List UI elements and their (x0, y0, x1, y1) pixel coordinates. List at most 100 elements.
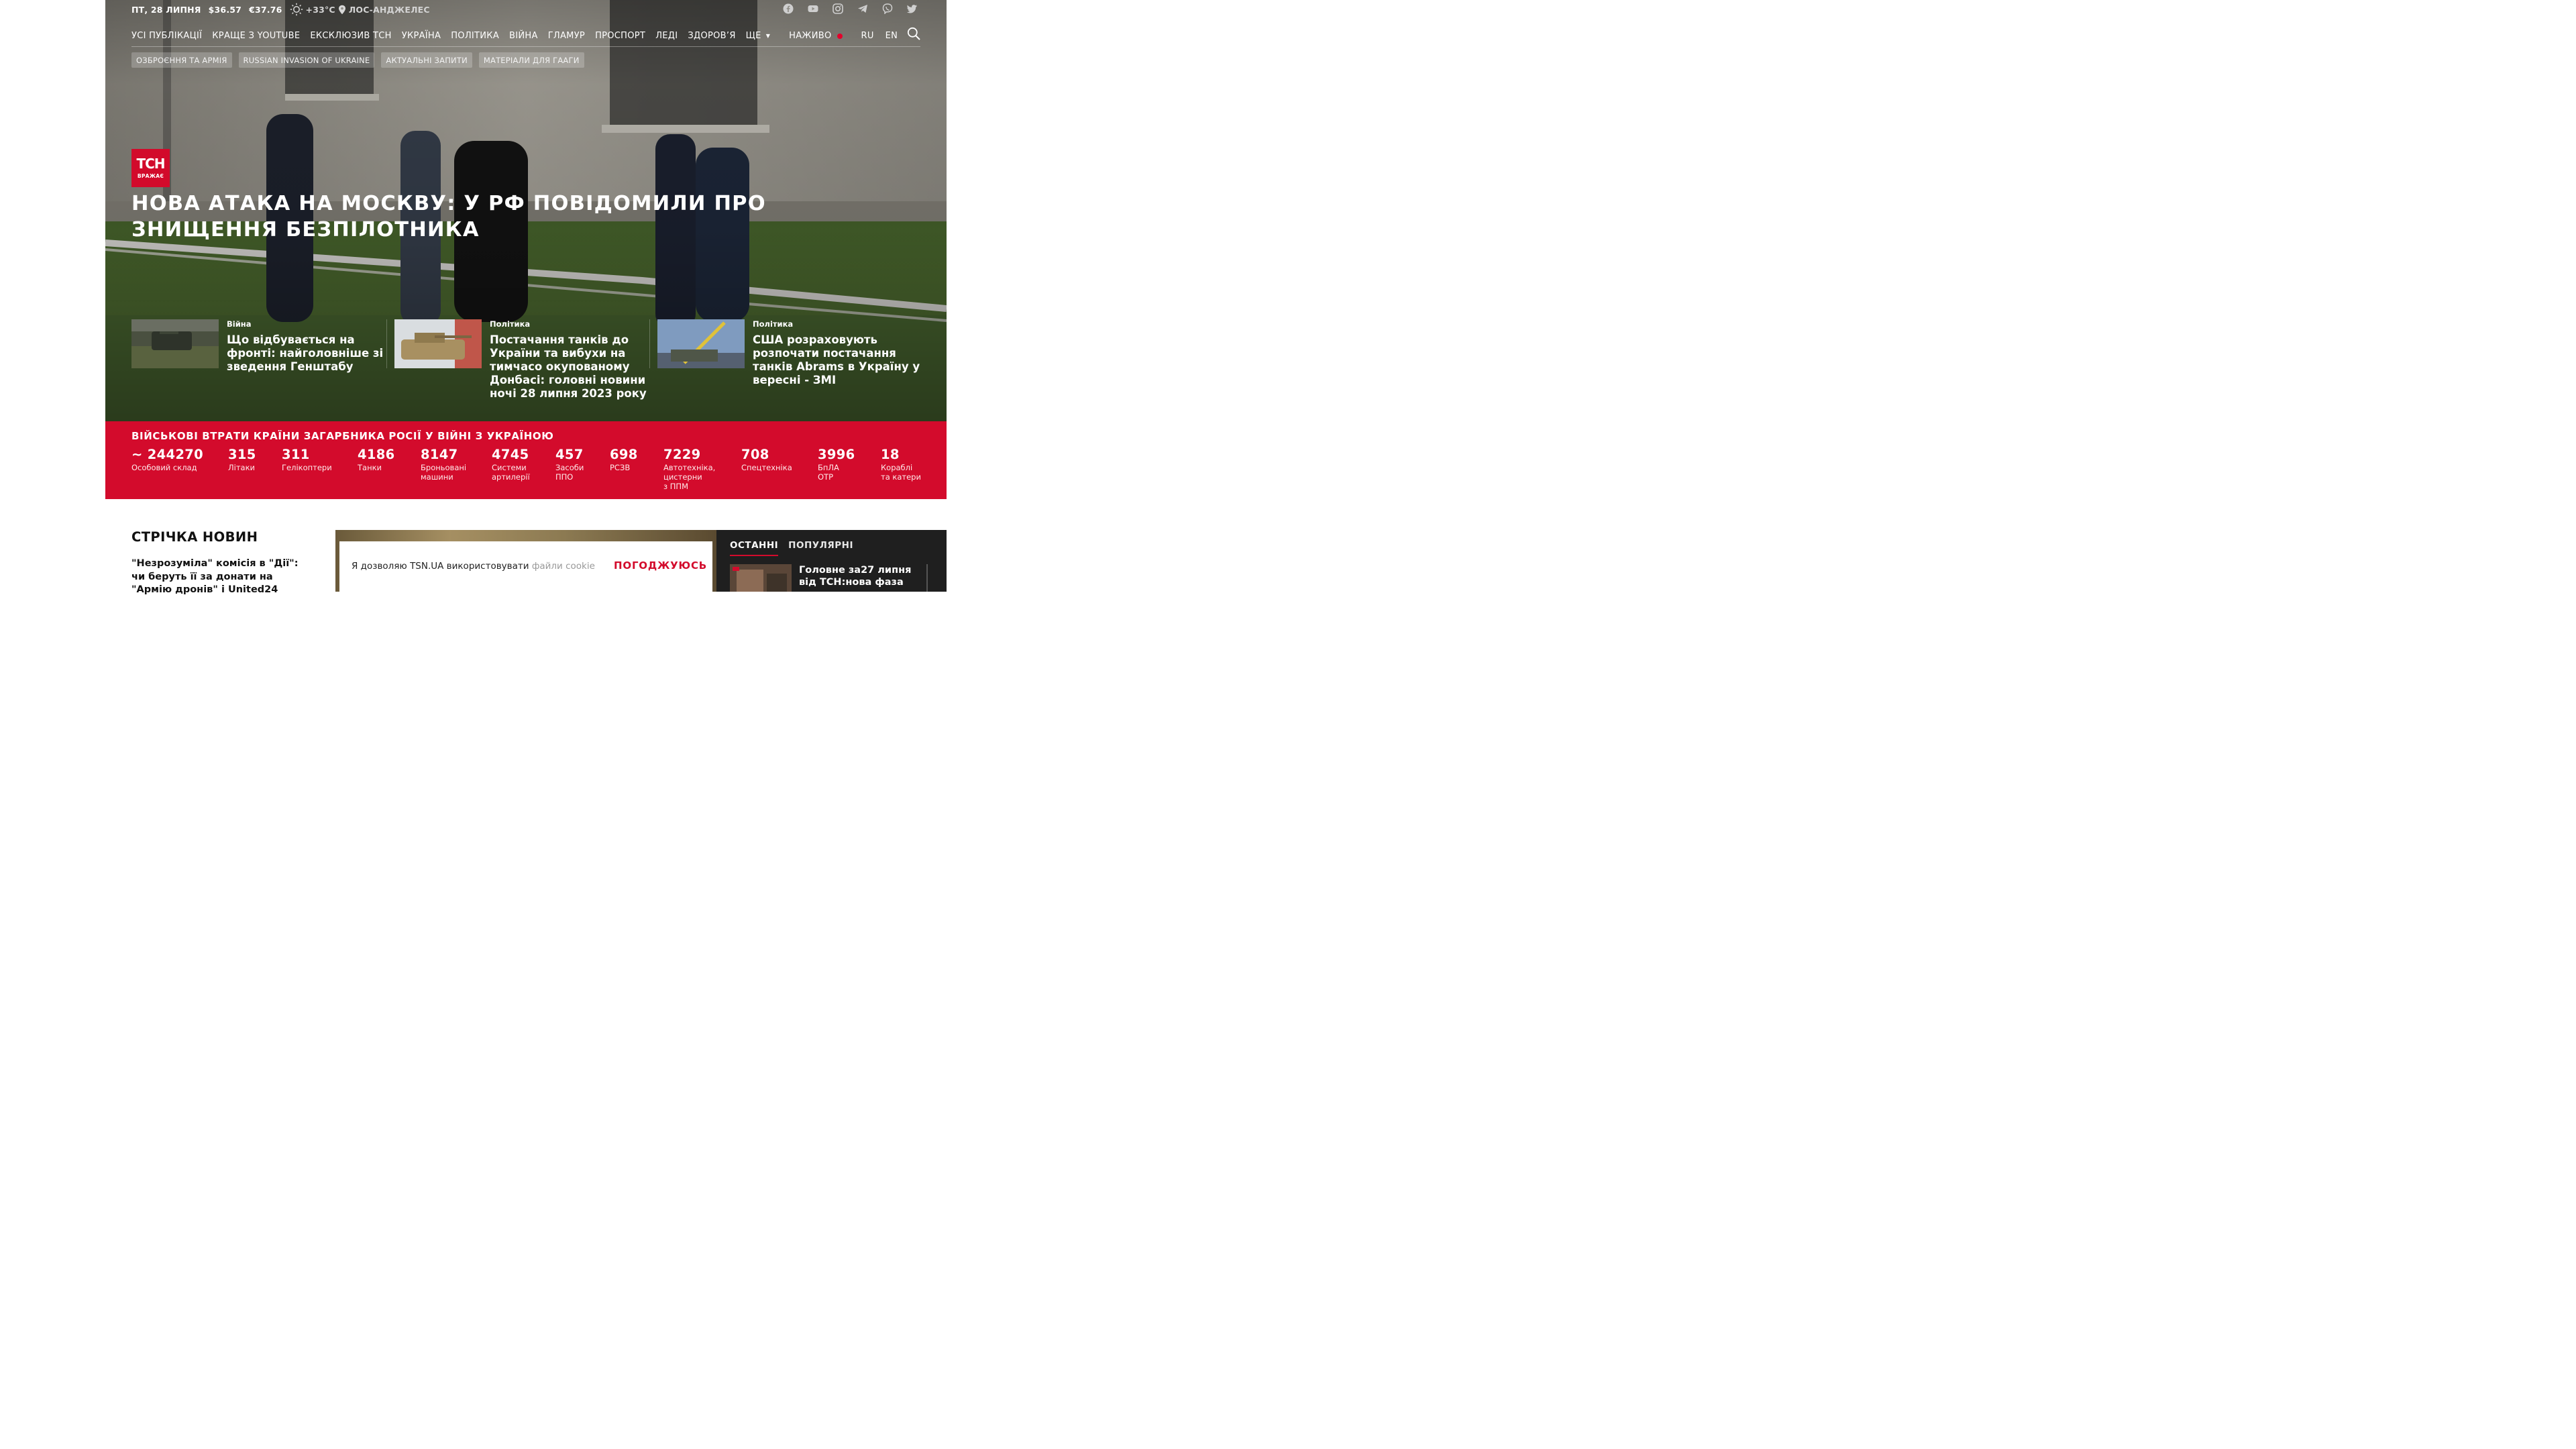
nav-more-dropdown[interactable]: ЩЕ ▼ (746, 31, 771, 41)
nav-item-health[interactable]: ЗДОРОВ’Я (688, 31, 735, 41)
card-category: Політика (753, 319, 794, 329)
loss-stat-armored: 8147 Броньовані машини (421, 447, 492, 491)
cookie-banner: Я дозволяю TSN.UA використовувати файли … (339, 541, 712, 592)
latest-sidebar: ОСТАННІ ПОПУЛЯРНІ Головне за27 липня від… (716, 530, 947, 592)
loss-number: 457 (555, 447, 584, 462)
loss-stat-uav: 3996 БпЛА ОТР (818, 447, 881, 491)
city-label: ЛОС-АНДЖЕЛЕС (348, 4, 430, 15)
nav-item-glamour[interactable]: ГЛАМУР (548, 31, 585, 41)
hero-headline[interactable]: Нова атака на Москву: у РФ повідомили пр… (131, 191, 775, 243)
loss-stat-ships: 18 Кораблі та катери (881, 447, 928, 491)
weather-widget[interactable]: +33°C ЛОС-АНДЖЕЛЕС (290, 3, 430, 16)
social-links (783, 3, 918, 14)
loss-number: 4745 (492, 447, 529, 462)
nav-live-link[interactable]: НАЖИВО (789, 31, 843, 41)
tag-hague[interactable]: МАТЕРІАЛИ ДЛЯ ГААГИ (478, 52, 584, 68)
lang-en-link[interactable]: EN (885, 31, 898, 41)
news-card[interactable]: Політика США розраховують розпочати пост… (657, 319, 920, 400)
card-thumbnail (657, 319, 745, 368)
page: ПТ, 28 ЛИПНЯ $36.57 €37.76 +33°C ЛОС-АНД… (105, 0, 947, 595)
card-title[interactable]: Що відбувається на фронті: найголовніше … (227, 333, 394, 374)
loss-stat-aircraft: 315 Літаки (228, 447, 282, 491)
card-category: Війна (227, 319, 252, 329)
nav-item-ukraine[interactable]: УКРАЇНА (402, 31, 441, 41)
loss-stat-tanks: 4186 Танки (358, 447, 421, 491)
tag-list: ОЗБРОЄННЯ ТА АРМІЯ RUSSIAN INVASION OF U… (131, 52, 584, 68)
loss-label: Засоби ППО (555, 463, 584, 482)
loss-label: БпЛА ОТР (818, 463, 839, 482)
nav-item-youtube[interactable]: КРАЩЕ З YOUTUBE (212, 31, 300, 41)
instagram-icon[interactable] (833, 3, 843, 14)
viber-icon[interactable] (882, 3, 893, 14)
loss-label: Літаки (228, 463, 256, 472)
news-feed-item[interactable]: "Незрозуміла" комісія в "Дії": чи беруть… (131, 557, 306, 597)
tab-popular[interactable]: ПОПУЛЯРНІ (788, 540, 853, 556)
loss-number: 8147 (421, 447, 458, 462)
tsn-vrazhaye-logo[interactable]: ТСН ВРАЖАЄ (131, 149, 170, 187)
nav-item-all[interactable]: УСІ ПУБЛІКАЦІЇ (131, 31, 202, 41)
card-text: Війна Що відбувається на фронті: найголо… (227, 319, 394, 400)
card-category: Політика (490, 319, 531, 329)
loss-stat-special-equipment: 708 Спецтехніка (741, 447, 818, 491)
loss-number: 18 (881, 447, 900, 462)
nav-item-lady[interactable]: ЛЕДІ (655, 31, 678, 41)
loss-number: ~ 244270 (131, 447, 203, 462)
card-title[interactable]: США розраховують розпочати постачання та… (753, 333, 920, 387)
nav-live-label: НАЖИВО (789, 31, 832, 41)
eur-rate: €37.76 (249, 4, 282, 15)
facebook-icon[interactable] (783, 3, 794, 14)
hero-section[interactable]: ПТ, 28 ЛИПНЯ $36.57 €37.76 +33°C ЛОС-АНД… (105, 0, 947, 421)
topbar: ПТ, 28 ЛИПНЯ $36.57 €37.76 +33°C ЛОС-АНД… (131, 3, 430, 16)
search-icon[interactable] (907, 27, 920, 40)
hero-cards: Війна Що відбувається на фронті: найголо… (131, 319, 920, 400)
nav-more-label: ЩЕ (745, 31, 761, 41)
card-thumbnail (394, 319, 482, 368)
loss-label: Спецтехніка (741, 463, 792, 472)
tag-russian-invasion[interactable]: RUSSIAN INVASION OF UKRAINE (238, 52, 375, 68)
loss-stat-vehicles: 7229 Автотехніка, цистерни з ППМ (663, 447, 741, 491)
nav-item-politics[interactable]: ПОЛІТИКА (451, 31, 499, 41)
loss-number: 3996 (818, 447, 855, 462)
tab-latest[interactable]: ОСТАННІ (730, 540, 779, 556)
loss-label: Системи артилерії (492, 463, 530, 482)
date-label: ПТ, 28 ЛИПНЯ (131, 4, 201, 15)
news-feed-title: СТРІЧКА НОВИН (131, 529, 258, 545)
youtube-icon[interactable] (808, 3, 818, 14)
loss-label: Автотехніка, цистерни з ППМ (663, 463, 716, 491)
loss-stat-helicopters: 311 Гелікоптери (282, 447, 358, 491)
loss-number: 7229 (663, 447, 701, 462)
loss-number: 4186 (358, 447, 395, 462)
live-dot-icon (837, 33, 843, 39)
card-text: Політика Постачання танків до України та… (490, 319, 657, 400)
twitter-icon[interactable] (907, 3, 918, 14)
loss-label: Броньовані машини (421, 463, 467, 482)
sidebar-scrollbar[interactable] (926, 564, 928, 592)
tag-weapons[interactable]: ОЗБРОЄННЯ ТА АРМІЯ (131, 52, 232, 68)
loss-number: 698 (610, 447, 638, 462)
loss-label: Особовий склад (131, 463, 197, 472)
tag-trending[interactable]: АКТУАЛЬНІ ЗАПИТИ (381, 52, 472, 68)
card-thumbnail (131, 319, 219, 368)
cookie-policy-link[interactable]: файли cookie (532, 561, 595, 572)
chevron-down-icon: ▼ (765, 33, 771, 39)
nav-item-war[interactable]: ВІЙНА (509, 31, 538, 41)
lang-ru-link[interactable]: RU (861, 31, 874, 41)
loss-stat-personnel: ~ 244270 Особовий склад (131, 447, 228, 491)
card-title[interactable]: Постачання танків до України та вибухи н… (490, 333, 657, 400)
news-card[interactable]: Політика Постачання танків до України та… (394, 319, 657, 400)
card-divider (386, 319, 387, 368)
map-pin-icon (338, 5, 345, 14)
loss-stat-artillery: 4745 Системи артилерії (492, 447, 555, 491)
sidebar-item-title[interactable]: Головне за27 липня від ТСН:нова фаза (799, 564, 926, 588)
telegram-icon[interactable] (857, 3, 868, 14)
loss-label: Гелікоптери (282, 463, 332, 472)
russian-losses-block[interactable]: ВІЙСЬКОВІ ВТРАТИ КРАЇНИ ЗАГАРБНИКА РОСІЇ… (105, 421, 947, 499)
news-card[interactable]: Війна Що відбувається на фронті: найголо… (131, 319, 394, 400)
nav-item-exclusive[interactable]: ЕКСКЛЮЗИВ ТСН (310, 31, 391, 41)
losses-stats: ~ 244270 Особовий склад 315 Літаки 311 Г… (131, 447, 928, 491)
card-divider (649, 319, 650, 368)
nav-item-prosport[interactable]: ПРОСПОРТ (595, 31, 645, 41)
losses-heading: ВІЙСЬКОВІ ВТРАТИ КРАЇНИ ЗАГАРБНИКА РОСІЇ… (131, 430, 554, 442)
cookie-accept-button[interactable]: ПОГОДЖУЮСЬ (614, 559, 707, 572)
weather-temp: +33°C (305, 4, 335, 15)
